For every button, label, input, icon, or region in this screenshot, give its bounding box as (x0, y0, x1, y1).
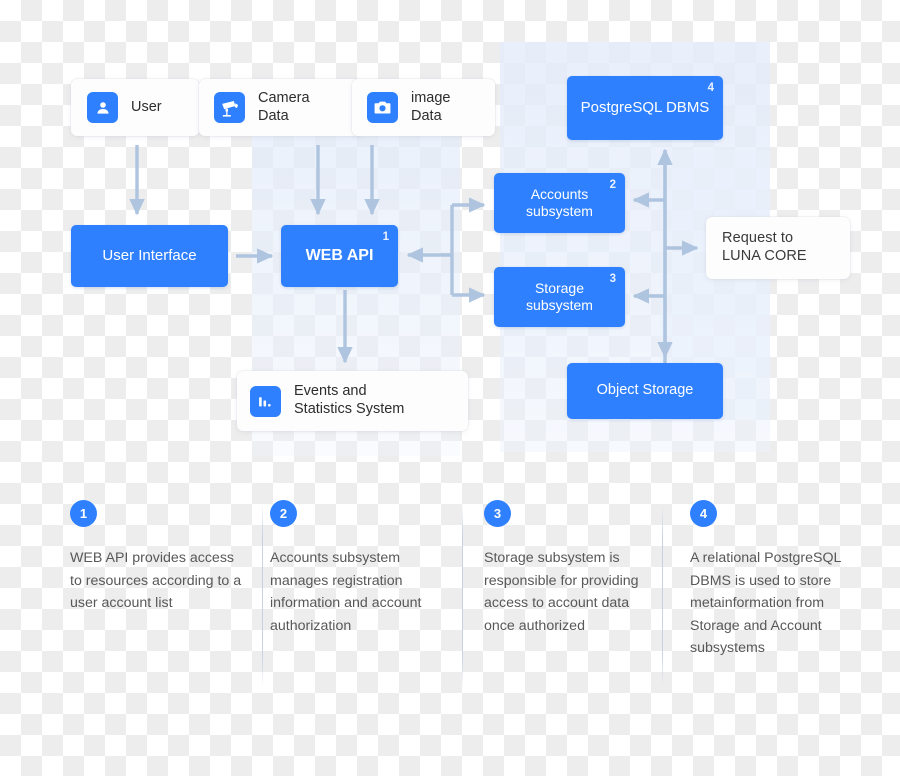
node-accounts-subsystem[interactable]: Accounts subsystem 2 (494, 173, 625, 233)
node-label: Accounts subsystem (526, 185, 593, 219)
node-storage-subsystem[interactable]: Storage subsystem 3 (494, 267, 625, 327)
card-label: Request to LUNA CORE (722, 230, 807, 264)
node-label: WEB API (305, 247, 374, 265)
card-label: Events and Statistics System (294, 383, 405, 417)
legend-badge: 3 (484, 500, 511, 527)
node-postgresql-dbms[interactable]: PostgreSQL DBMS 4 (567, 76, 723, 140)
legend: 1 WEB API provides access to resources a… (0, 500, 900, 730)
legend-divider (262, 504, 263, 687)
node-web-api[interactable]: WEB API 1 (281, 225, 398, 287)
input-card-user[interactable]: User (71, 79, 199, 136)
node-label: User Interface (102, 246, 197, 264)
node-badge: 1 (382, 231, 389, 243)
legend-note-4: 4 A relational PostgreSQL DBMS is used t… (690, 500, 875, 660)
input-card-label: image Data (411, 89, 451, 124)
legend-badge: 4 (690, 500, 717, 527)
node-badge: 2 (609, 179, 616, 191)
legend-note-3: 3 Storage subsystem is responsible for p… (484, 500, 663, 687)
legend-note-1: 1 WEB API provides access to resources a… (70, 500, 263, 687)
cctv-camera-icon (214, 92, 245, 123)
legend-divider (662, 504, 663, 687)
node-object-storage[interactable]: Object Storage (567, 363, 723, 419)
bar-chart-icon (250, 385, 281, 417)
legend-badge: 2 (270, 500, 297, 527)
node-badge: 3 (609, 273, 616, 285)
input-card-camera[interactable]: Camera Data (199, 79, 364, 136)
legend-divider (462, 504, 463, 687)
legend-text: WEB API provides access to resources acc… (70, 550, 242, 612)
node-label: PostgreSQL DBMS (580, 98, 710, 116)
photo-camera-icon (367, 92, 398, 123)
node-user-interface[interactable]: User Interface (71, 225, 228, 287)
architecture-diagram: User Camera Data image Data User Interfa… (0, 0, 900, 776)
card-events-statistics-system[interactable]: Events and Statistics System (237, 371, 468, 431)
node-label: Object Storage (596, 382, 694, 399)
person-icon (87, 92, 118, 123)
input-card-label: User (131, 98, 162, 115)
input-card-image[interactable]: image Data (352, 79, 495, 136)
input-card-label: Camera Data (258, 89, 310, 124)
legend-text: Storage subsystem is responsible for pro… (484, 550, 639, 634)
card-request-to-luna-core[interactable]: Request to LUNA CORE (706, 217, 850, 279)
legend-badge: 1 (70, 500, 97, 527)
node-badge: 4 (707, 82, 714, 94)
legend-text: Accounts subsystem manages registration … (270, 550, 422, 634)
legend-note-2: 2 Accounts subsystem manages registratio… (270, 500, 463, 687)
legend-text: A relational PostgreSQL DBMS is used to … (690, 550, 841, 657)
node-label: Storage subsystem (526, 279, 593, 313)
